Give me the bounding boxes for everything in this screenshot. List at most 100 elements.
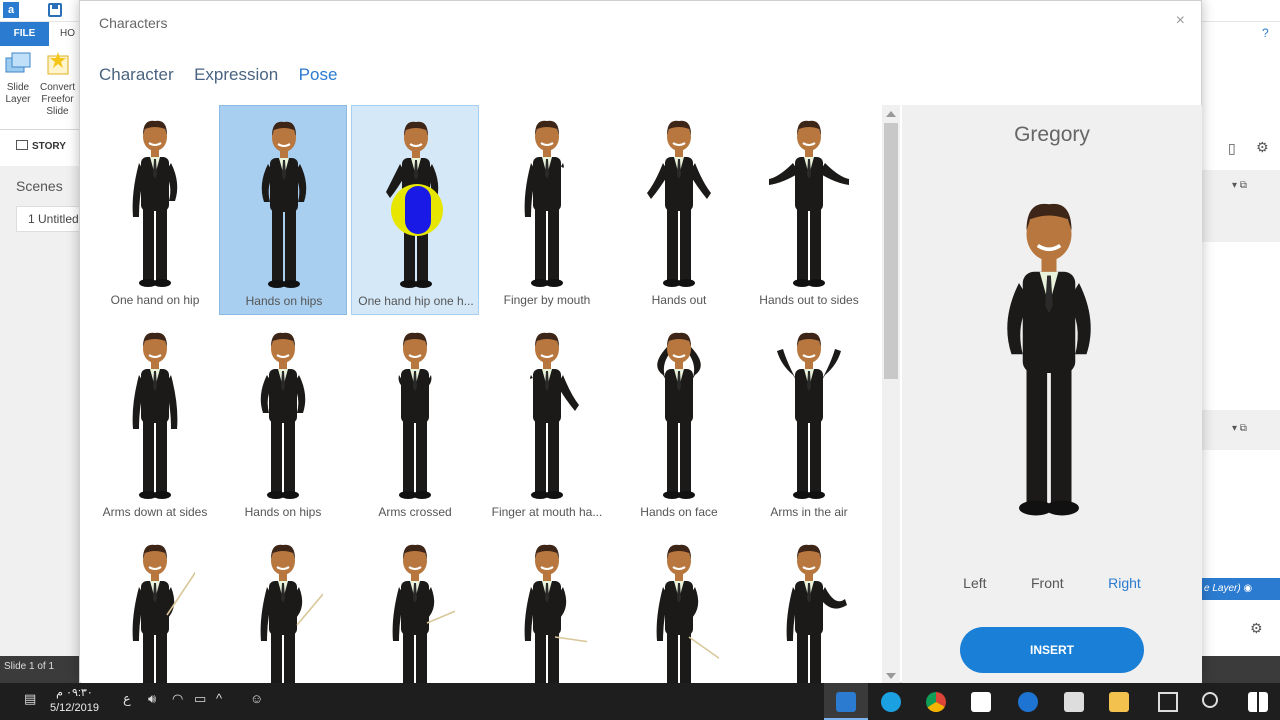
- character-name: Gregory: [1014, 123, 1090, 146]
- characters-dialog: Characters × Character Expression Pose O…: [79, 0, 1202, 683]
- convert-freeform-button[interactable]: Convert Freefor Slide: [40, 50, 75, 118]
- scroll-thumb[interactable]: [884, 123, 898, 379]
- story-tab-label: STORY: [32, 141, 66, 152]
- scroll-up-icon[interactable]: [886, 111, 896, 117]
- pose-item[interactable]: Arms in the air: [745, 317, 873, 527]
- taskbar-edge[interactable]: [1006, 683, 1050, 720]
- pose-item[interactable]: Hands on face: [615, 317, 743, 527]
- scene-item[interactable]: 1 Untitled: [16, 206, 80, 232]
- file-tab[interactable]: FILE: [0, 22, 49, 46]
- preview-figure: [974, 173, 1124, 548]
- taskbar-explorer[interactable]: [1097, 683, 1141, 720]
- app-icon: [881, 692, 901, 712]
- edge-icon: [1018, 692, 1038, 712]
- taskbar-mail[interactable]: [1052, 683, 1096, 720]
- taskbar-search[interactable]: [1190, 683, 1234, 720]
- pose-label: Hands out: [651, 293, 707, 307]
- eye-icon[interactable]: ◉: [1243, 583, 1252, 594]
- gear-icon[interactable]: ⚙: [1256, 139, 1269, 156]
- taskbar-store[interactable]: [959, 683, 1003, 720]
- pose-label: Finger at mouth ha...: [491, 505, 603, 519]
- pose-label: One hand on hip: [110, 293, 200, 307]
- pose-figure: [769, 120, 849, 287]
- pose-figure: [647, 120, 711, 287]
- taskbar-app-2[interactable]: [869, 683, 913, 720]
- chrome-icon: [926, 692, 946, 712]
- pose-label: Arms crossed: [378, 505, 452, 519]
- view-right[interactable]: Right: [1108, 575, 1141, 591]
- pose-item[interactable]: One hand on hip: [91, 105, 219, 315]
- wifi-icon[interactable]: ◠: [172, 691, 183, 707]
- pose-figure: [132, 120, 178, 287]
- save-icon[interactable]: [48, 3, 62, 17]
- start-button[interactable]: [1236, 683, 1280, 720]
- mail-icon: [1064, 692, 1084, 712]
- tab-pose[interactable]: Pose: [299, 65, 338, 85]
- app-logo-icon: a: [3, 2, 19, 18]
- character-preview: Gregory Left Front Right INSERT: [902, 105, 1202, 683]
- phone-icon[interactable]: ▯: [1228, 140, 1236, 157]
- base-layer-label: e Layer): [1204, 583, 1241, 594]
- pose-figure: [524, 120, 564, 287]
- pose-grid: One hand on hip Hands on hips One hand h…: [81, 105, 882, 683]
- tab-expression[interactable]: Expression: [194, 65, 278, 85]
- cursor-highlight-inner: [405, 186, 431, 234]
- people-icon[interactable]: ☺: [250, 691, 263, 706]
- home-tab[interactable]: HO: [60, 22, 75, 46]
- battery-icon[interactable]: ▭: [194, 691, 206, 707]
- pose-item[interactable]: [483, 529, 611, 683]
- pose-item[interactable]: [615, 529, 743, 683]
- pose-figure: [260, 544, 323, 683]
- help-icon[interactable]: ?: [1262, 26, 1269, 40]
- scroll-down-icon[interactable]: [886, 673, 896, 679]
- base-layer-item[interactable]: e Layer) ◉: [1202, 578, 1280, 600]
- collapse-icon-2[interactable]: ▾ ⧉: [1232, 423, 1247, 434]
- pose-item[interactable]: Finger at mouth ha...: [483, 317, 611, 527]
- pose-figure: [132, 332, 178, 499]
- insert-button[interactable]: INSERT: [960, 627, 1144, 673]
- close-icon[interactable]: ×: [1176, 12, 1185, 30]
- search-icon: [1202, 692, 1218, 708]
- pose-figure: [656, 544, 719, 683]
- preview-character: [1007, 203, 1091, 516]
- taskbar-chrome[interactable]: [914, 683, 958, 720]
- pose-figure: [777, 332, 841, 499]
- taskbar-storyline-app[interactable]: [824, 683, 868, 720]
- pose-item[interactable]: [91, 529, 219, 683]
- pose-figure: [657, 332, 701, 499]
- settings-icon[interactable]: ⚙: [1250, 620, 1263, 637]
- pose-figure: [261, 121, 307, 288]
- pose-item[interactable]: [351, 529, 479, 683]
- pose-item[interactable]: Hands on hips: [219, 317, 347, 527]
- slide-layer-icon: [4, 50, 32, 78]
- slide-layer-button[interactable]: Slide Layer: [4, 50, 32, 106]
- taskbar-clock[interactable]: ٠٩:٣٠ م 5/12/2019: [50, 686, 99, 716]
- collapse-icon[interactable]: ▾ ⧉: [1232, 180, 1247, 191]
- clock-time: ٠٩:٣٠ م: [56, 687, 93, 699]
- pose-figure: [260, 332, 306, 499]
- volume-icon[interactable]: 🔊︎: [148, 691, 156, 707]
- tab-character[interactable]: Character: [99, 65, 174, 85]
- pose-label: One hand hip one h...: [358, 294, 474, 308]
- pose-item[interactable]: Hands on hips: [219, 105, 347, 315]
- pose-item[interactable]: Arms crossed: [351, 317, 479, 527]
- pose-item[interactable]: [219, 529, 347, 683]
- pose-item[interactable]: Hands out to sides: [745, 105, 873, 315]
- windows-icon: [1248, 692, 1268, 712]
- pose-item[interactable]: Hands out: [615, 105, 743, 315]
- tab-story[interactable]: STORY: [16, 140, 66, 152]
- view-left[interactable]: Left: [963, 575, 986, 591]
- taskbar-task-view[interactable]: [1146, 683, 1190, 720]
- pose-label: Hands on hips: [245, 294, 323, 308]
- clock-date: 5/12/2019: [50, 702, 99, 714]
- pose-item[interactable]: Arms down at sides: [91, 317, 219, 527]
- right-pane: [1202, 46, 1280, 656]
- pose-item[interactable]: [745, 529, 873, 683]
- language-indicator[interactable]: ع: [123, 691, 131, 707]
- notification-icon[interactable]: ▤: [24, 691, 36, 707]
- pose-item[interactable]: Finger by mouth: [483, 105, 611, 315]
- pose-grid-scrollbar[interactable]: [882, 105, 900, 683]
- show-hidden-icons-icon[interactable]: ^: [216, 691, 222, 706]
- view-front[interactable]: Front: [1031, 575, 1064, 591]
- pose-figure: [392, 544, 455, 683]
